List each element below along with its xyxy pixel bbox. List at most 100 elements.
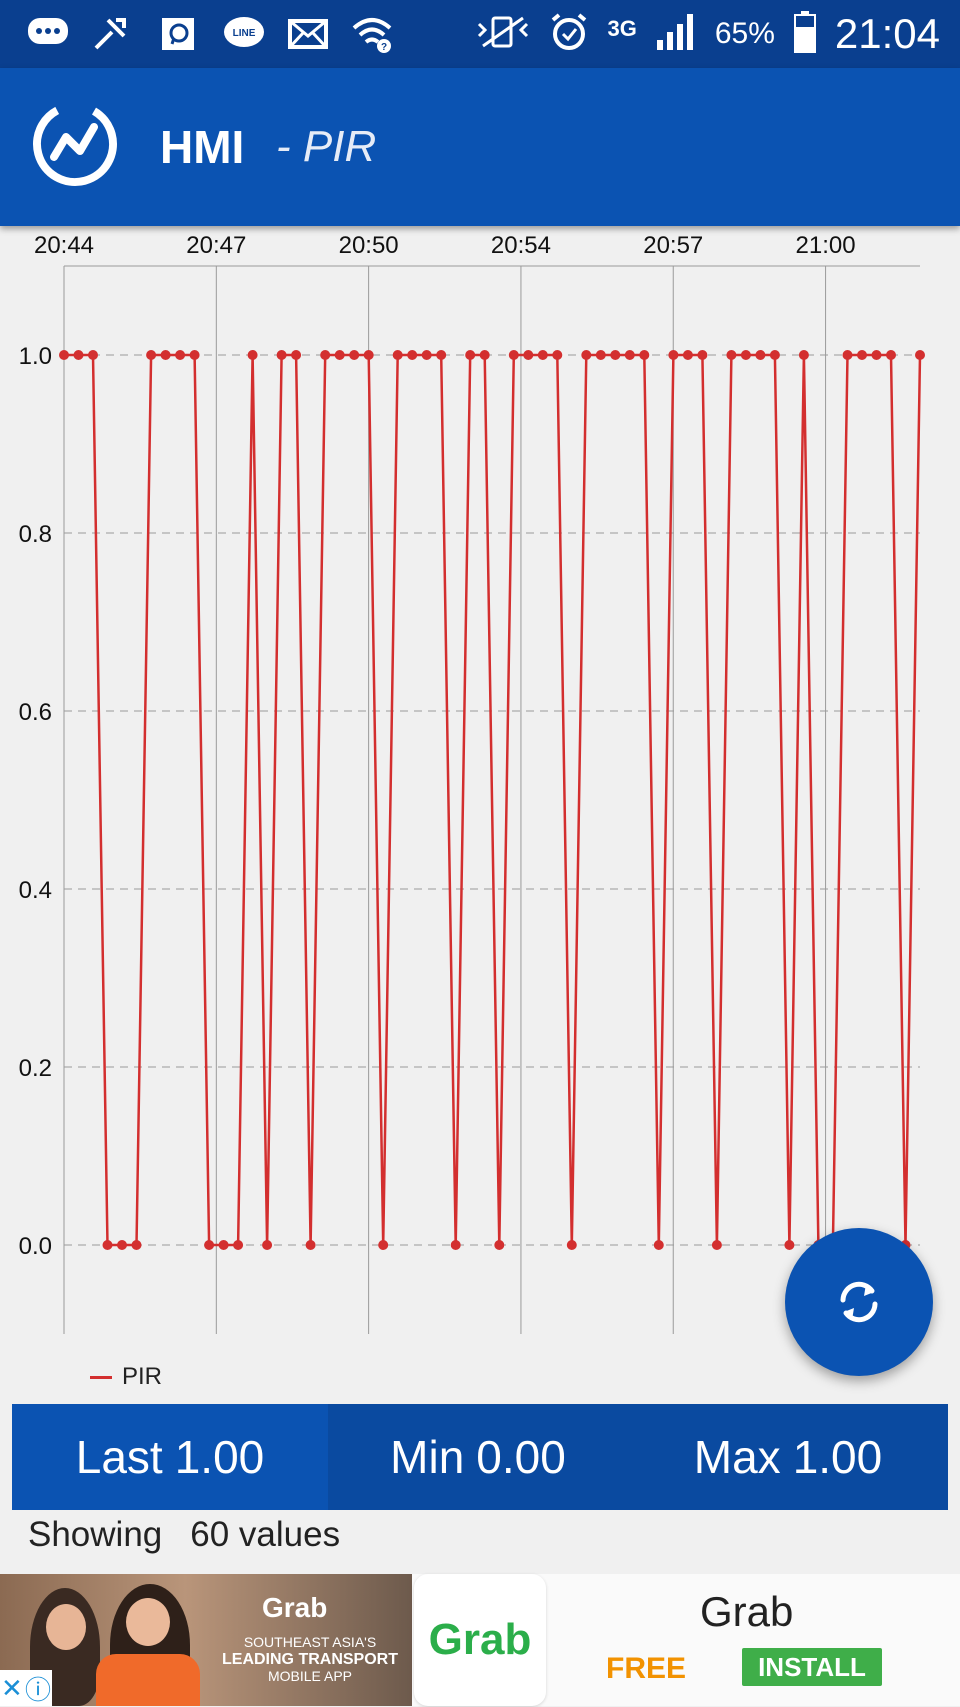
data-point <box>465 350 476 360</box>
data-point <box>262 1240 273 1250</box>
app-subtitle: - PIR <box>276 122 377 171</box>
status-time: 21:04 <box>834 10 940 57</box>
data-point <box>697 350 708 360</box>
data-point <box>566 1240 577 1250</box>
x-tick-label: 20:57 <box>643 232 703 259</box>
data-point <box>726 350 737 360</box>
data-point <box>479 350 490 360</box>
series-line-pir <box>64 353 922 1247</box>
showing-value: 60 values <box>190 1515 341 1554</box>
svg-text:LINE: LINE <box>233 28 256 39</box>
info-icon[interactable]: ⓘ <box>25 1670 51 1707</box>
app-title: HMI <box>160 121 245 173</box>
data-point <box>73 350 84 360</box>
data-point <box>291 350 302 360</box>
data-point <box>755 350 766 360</box>
stat-max-label: Max <box>693 1431 781 1483</box>
data-point <box>421 350 432 360</box>
ad-face-2 <box>126 1598 170 1646</box>
stat-min-value: 0.00 <box>476 1431 566 1483</box>
showing-count: Showing 60 values <box>28 1515 340 1555</box>
stat-min: Min 0.00 <box>328 1404 628 1510</box>
data-point <box>436 350 447 360</box>
x-tick-label: 21:00 <box>796 232 856 259</box>
legend-label: PIR <box>122 1363 163 1390</box>
refresh-button[interactable] <box>785 1228 933 1376</box>
data-point <box>668 350 679 360</box>
signal-icon <box>655 12 697 57</box>
data-point <box>189 350 200 360</box>
data-point <box>320 350 331 360</box>
data-point <box>508 350 519 360</box>
data-point <box>915 350 925 360</box>
data-point <box>131 1240 142 1250</box>
y-tick-label: 0.2 <box>19 1055 52 1082</box>
y-tick-label: 0.8 <box>19 521 52 548</box>
y-tick-label: 1.0 <box>19 343 52 370</box>
trend-logo-icon[interactable] <box>30 99 120 189</box>
data-point <box>581 350 592 360</box>
data-point <box>857 350 867 360</box>
ad-banner[interactable]: Grab SOUTHEAST ASIA'S LEADING TRANSPORT … <box>0 1574 960 1706</box>
ad-app-icon[interactable]: Grab <box>414 1574 546 1706</box>
data-point <box>146 350 157 360</box>
data-point <box>102 1240 113 1250</box>
data-point <box>349 350 360 360</box>
data-point <box>204 1240 215 1250</box>
data-point <box>276 350 287 360</box>
x-tick-label: 20:50 <box>339 232 399 259</box>
data-point <box>595 350 606 360</box>
data-point <box>88 350 98 360</box>
data-point <box>117 1240 127 1250</box>
data-point <box>682 350 693 360</box>
data-point <box>886 350 896 360</box>
alarm-icon <box>549 12 589 57</box>
data-point <box>871 350 882 360</box>
ad-price: FREE <box>606 1652 687 1685</box>
refresh-icon <box>840 1281 878 1323</box>
wifi-question-icon: ? <box>350 12 394 56</box>
ad-choices[interactable]: ✕ ⓘ <box>0 1670 52 1706</box>
y-tick-label: 0.0 <box>19 1233 52 1260</box>
data-point <box>450 1240 461 1250</box>
x-tick-label: 20:44 <box>34 232 94 259</box>
data-point <box>624 350 635 360</box>
chart[interactable]: 20:44 20:47 20:50 20:54 20:57 21:00 1.0 0.8 0.6 0… <box>0 226 960 1400</box>
battery-icon <box>793 10 817 58</box>
network-3g: 3G <box>607 16 637 41</box>
data-point <box>842 350 853 360</box>
stat-group: Min 0.00 Max 1.00 <box>328 1404 948 1510</box>
status-bar: LINE ? 3G 65% 21:04 <box>0 0 960 68</box>
battery-percent: 65% <box>714 17 775 50</box>
ad-photo[interactable]: Grab SOUTHEAST ASIA'S LEADING TRANSPORT … <box>0 1574 412 1706</box>
data-point <box>378 1240 389 1250</box>
close-icon[interactable]: ✕ <box>1 1673 23 1704</box>
install-button[interactable]: INSTALL <box>742 1648 882 1686</box>
stat-last: Last 1.00 <box>12 1404 328 1510</box>
data-point <box>610 350 621 360</box>
legend-swatch <box>90 1375 112 1379</box>
ad-app-name[interactable]: Grab <box>700 1588 793 1636</box>
vibrate-mute-icon <box>475 14 531 55</box>
chart-svg[interactable]: 20:44 20:47 20:50 20:54 20:57 21:00 1.0 0.8 0.6 0… <box>0 226 960 1400</box>
line-icon: LINE <box>222 12 266 56</box>
data-point <box>305 1240 316 1250</box>
stat-max-value: 1.00 <box>792 1431 883 1483</box>
data-point <box>740 350 751 360</box>
messages-icon <box>26 12 70 56</box>
stat-max: Max 1.00 <box>628 1404 948 1510</box>
data-point <box>175 350 186 360</box>
data-point <box>494 1240 505 1250</box>
data-point <box>798 350 809 360</box>
ad-banner-text: SOUTHEAST ASIA'S LEADING TRANSPORT MOBIL… <box>208 1634 412 1685</box>
chat-icon <box>156 12 200 56</box>
ad-banner-line1: SOUTHEAST ASIA'S <box>243 1634 377 1650</box>
stat-last-label: Last <box>75 1431 163 1483</box>
data-point <box>247 350 258 360</box>
data-point <box>363 350 374 360</box>
data-point <box>639 350 650 360</box>
chart-legend: PIR <box>90 1363 162 1391</box>
stat-last-value: 1.00 <box>174 1431 265 1483</box>
data-point <box>769 350 780 360</box>
stat-min-label: Min <box>390 1431 465 1483</box>
